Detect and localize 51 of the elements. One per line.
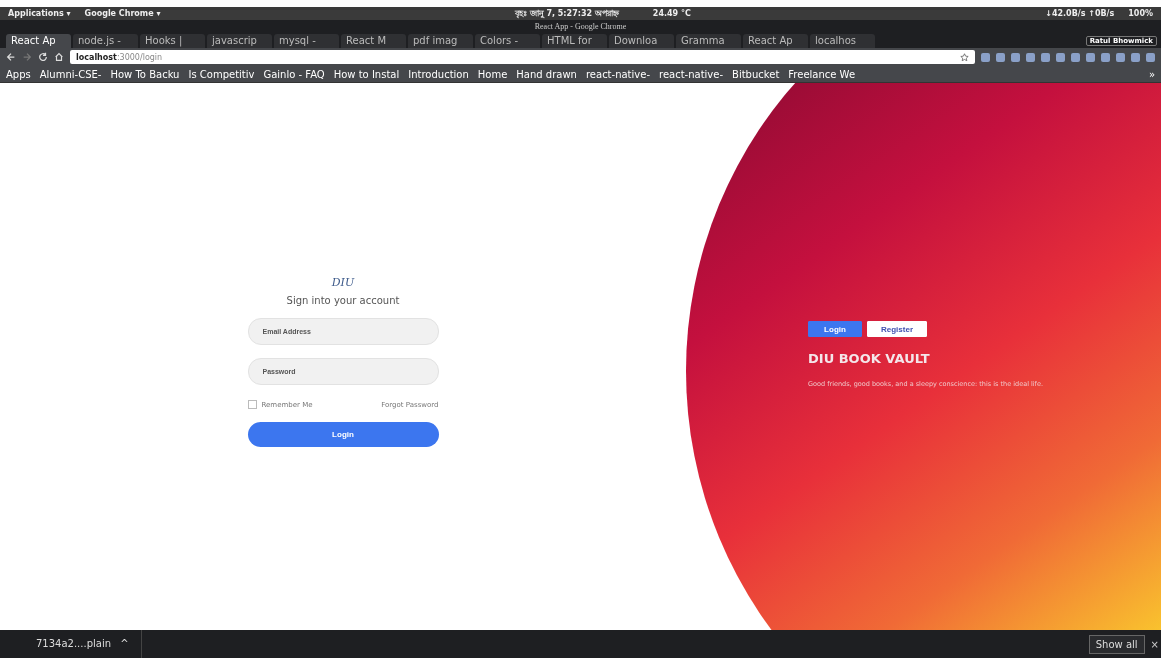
form-heading: Sign into your account	[285, 295, 401, 306]
toggle-tab[interactable]: Login	[808, 321, 862, 337]
address-field[interactable]: localhost:3000/login	[70, 50, 975, 64]
logo: DIU	[330, 276, 356, 289]
bookmark[interactable]: How To Backu	[110, 68, 180, 80]
show-all-button[interactable]: Show all	[1088, 634, 1145, 654]
panel-menu[interactable]: Google Chrome ▾	[84, 9, 161, 18]
bookmark[interactable]: Home	[477, 68, 508, 80]
clock: বৃহঃ জানু 7, 5:27:32 অপরাহ্ন	[514, 8, 619, 20]
window-title: React App - Google Chrome	[534, 22, 627, 31]
bookmark[interactable]: Alumni-CSE-	[39, 68, 102, 80]
bookmark[interactable]: react-native-	[585, 68, 650, 80]
browser-tab[interactable]: Downloa	[609, 34, 674, 48]
url-text: localhost:3000/login	[76, 52, 163, 62]
bookmark[interactable]: Apps	[6, 68, 31, 80]
network-speed: ↓42.0B/s ↑0B/s	[1045, 9, 1115, 18]
login-button[interactable]: Login	[247, 422, 439, 447]
battery-level: 100%	[1128, 9, 1153, 18]
browser-tab[interactable]: mysql -	[274, 34, 339, 48]
more-bookmarks[interactable]: »	[1148, 68, 1155, 80]
panel-menu[interactable]: Applications ▾	[8, 9, 71, 18]
browser-tab[interactable]: React M	[341, 34, 406, 48]
bookmark[interactable]: Is Competitiv	[188, 68, 255, 80]
forward-icon[interactable]	[22, 52, 32, 62]
star-icon[interactable]	[960, 52, 969, 62]
bookmark[interactable]: Bitbucket	[732, 68, 780, 80]
browser-tab[interactable]: node.js -	[73, 34, 138, 48]
weather-reading: 24.49 °C	[652, 9, 691, 18]
bookmark[interactable]: How to Instal	[333, 68, 400, 80]
bookmark[interactable]: Introduction	[408, 68, 469, 80]
close-button[interactable]: ×	[1150, 638, 1159, 650]
back-icon[interactable]	[6, 52, 16, 62]
browser-tab[interactable]: Hooks |	[140, 34, 205, 48]
browser-tab[interactable]: HTML for	[542, 34, 607, 48]
checkbox[interactable]	[247, 400, 257, 409]
browser-tab[interactable]: React Ap	[6, 34, 71, 48]
browser-tab[interactable]: Colors -	[475, 34, 540, 48]
browser-tab[interactable]: Gramma	[676, 34, 741, 48]
browser-tab[interactable]: React Ap	[743, 34, 808, 48]
bookmark[interactable]: Gainlo - FAQ	[263, 68, 325, 80]
bookmark[interactable]: Freelance We	[788, 68, 856, 80]
download-item[interactable]: 7134a2....plain ^	[36, 630, 142, 658]
bookmark[interactable]: Hand drawn	[516, 68, 577, 80]
browser-tab[interactable]: localhos	[810, 34, 875, 48]
hero-title: DIU BOOK VAULT	[808, 351, 931, 366]
bookmark[interactable]: react-native-	[659, 68, 724, 80]
browser-tab[interactable]: pdf imag	[408, 34, 473, 48]
home-icon[interactable]	[54, 52, 64, 62]
browser-tab[interactable]: javascrip	[207, 34, 272, 48]
reload-icon[interactable]	[38, 52, 48, 62]
toggle-tab[interactable]: Register	[867, 321, 927, 337]
